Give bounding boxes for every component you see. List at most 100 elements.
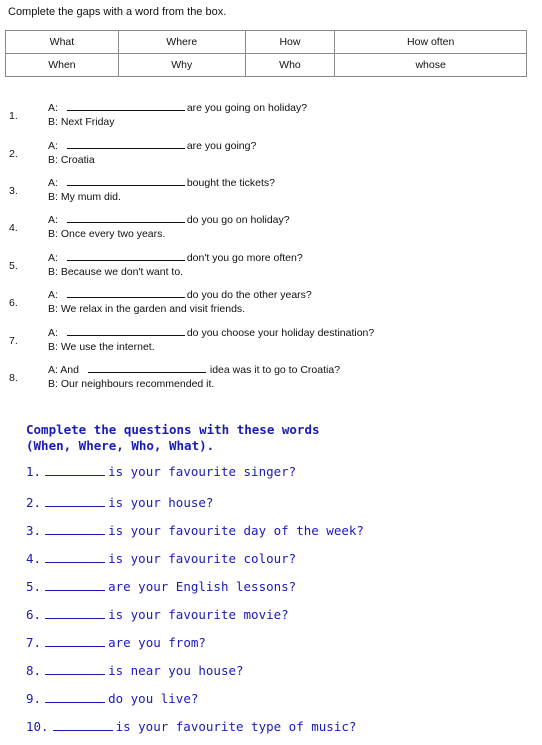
exercise-line-a: A: don't you go more often? xyxy=(48,252,303,264)
answer-blank[interactable] xyxy=(45,534,106,535)
answer-blank[interactable] xyxy=(45,562,106,563)
question-text: are you going on holiday? xyxy=(186,102,308,114)
question-text: do you go on holiday? xyxy=(186,214,290,226)
exercise-line-b: B: Once every two years. xyxy=(48,228,166,240)
question-item: 8. is near you house? xyxy=(26,663,244,678)
question-item: 6. is your favourite movie? xyxy=(26,607,289,622)
exercise-line-b: B: My mum did. xyxy=(48,191,121,203)
question-text: is near you house? xyxy=(108,663,244,678)
word-box-row: When Why Who whose xyxy=(5,53,527,77)
word-box-row: What Where How How often xyxy=(5,30,527,54)
answer-blank[interactable] xyxy=(66,297,185,298)
speaker-a-label: A: xyxy=(48,140,58,152)
question-number: 9. xyxy=(26,691,42,706)
question-item: 5. are your English lessons? xyxy=(26,579,296,594)
answer-blank[interactable] xyxy=(66,148,185,149)
question-text: is your house? xyxy=(108,495,214,510)
exercise-line-b: B: Because we don't want to. xyxy=(48,266,184,278)
exercise-line-a: A: bought the tickets? xyxy=(48,177,275,189)
question-text: are your English lessons? xyxy=(108,579,297,594)
question-item: 2. is your house? xyxy=(26,495,213,510)
question-text: is your favourite day of the week? xyxy=(108,523,364,538)
exercise-line-a: A: are you going on holiday? xyxy=(48,102,307,114)
question-text: are you from? xyxy=(108,635,206,650)
answer-blank[interactable] xyxy=(45,590,106,591)
exercise-line-a: A: do you go on holiday? xyxy=(48,214,290,226)
question-number: 8. xyxy=(26,663,42,678)
question-text: do you live? xyxy=(108,691,199,706)
answer-blank[interactable] xyxy=(45,702,106,703)
answer-blank[interactable] xyxy=(45,674,106,675)
question-item: 9. do you live? xyxy=(26,691,198,706)
exercise-line-a: A: do you choose your holiday destinatio… xyxy=(48,327,374,339)
question-number: 4. xyxy=(26,551,42,566)
answer-blank[interactable] xyxy=(66,260,185,261)
exercise-line-b: B: Next Friday xyxy=(48,116,115,128)
exercise-line-a: A: are you going? xyxy=(48,140,256,152)
word-box-cell: When xyxy=(5,53,119,77)
question-number: 1. xyxy=(26,464,42,479)
speaker-a-label: A: xyxy=(48,327,58,339)
exercise-number: 7. xyxy=(9,335,18,347)
question-number: 6. xyxy=(26,607,42,622)
word-box-cell: whose xyxy=(334,53,527,77)
section2-title-line: Complete the questions with these words xyxy=(26,422,320,437)
speaker-a-label: A: xyxy=(48,102,58,114)
word-box-cell: How xyxy=(244,30,336,54)
word-box-cell: Why xyxy=(117,53,246,77)
question-text: is your favourite colour? xyxy=(108,551,297,566)
question-text: are you going? xyxy=(186,140,257,152)
question-item: 3. is your favourite day of the week? xyxy=(26,523,364,538)
question-item: 4. is your favourite colour? xyxy=(26,551,296,566)
exercise-number: 6. xyxy=(9,297,18,309)
question-item: 1. is your favourite singer? xyxy=(26,464,296,479)
question-text: do you choose your holiday destination? xyxy=(186,327,375,339)
question-text: is your favourite type of music? xyxy=(115,719,357,734)
question-text: do you do the other years? xyxy=(186,289,312,301)
answer-blank[interactable] xyxy=(52,730,113,731)
answer-blank[interactable] xyxy=(45,475,106,476)
question-number: 5. xyxy=(26,579,42,594)
question-item: 10. is your favourite type of music? xyxy=(26,719,356,734)
word-box-cell: Where xyxy=(117,30,246,54)
question-number: 3. xyxy=(26,523,42,538)
section2-title-line: (When, Where, Who, What). xyxy=(26,438,215,453)
answer-blank[interactable] xyxy=(45,618,106,619)
exercise-number: 3. xyxy=(9,185,18,197)
question-text: idea was it to go to Croatia? xyxy=(209,364,341,376)
answer-blank[interactable] xyxy=(66,222,185,223)
question-number: 2. xyxy=(26,495,42,510)
answer-blank[interactable] xyxy=(66,110,185,111)
exercise-line-a: A: do you do the other years? xyxy=(48,289,312,301)
section1-title: Complete the gaps with a word from the b… xyxy=(8,6,227,18)
word-box-cell: How often xyxy=(334,30,527,54)
exercise-number: 4. xyxy=(9,222,18,234)
question-text: is your favourite movie? xyxy=(108,607,289,622)
section2-title: Complete the questions with these words … xyxy=(26,422,320,454)
word-box: What Where How How often When Why Who wh… xyxy=(5,30,527,77)
exercise-number: 5. xyxy=(9,260,18,272)
question-number: 7. xyxy=(26,635,42,650)
answer-blank[interactable] xyxy=(66,335,185,336)
exercise-line-b: B: We relax in the garden and visit frie… xyxy=(48,303,246,315)
answer-blank[interactable] xyxy=(45,506,106,507)
answer-blank[interactable] xyxy=(87,372,206,373)
answer-blank[interactable] xyxy=(66,185,185,186)
exercise-line-b: B: We use the internet. xyxy=(48,341,155,353)
exercise-line-b: B: Our neighbours recommended it. xyxy=(48,378,215,390)
exercise-number: 1. xyxy=(9,110,18,122)
exercise-number: 2. xyxy=(9,148,18,160)
word-box-cell: Who xyxy=(244,53,336,77)
answer-blank[interactable] xyxy=(45,646,106,647)
exercise-line-a: A: And idea was it to go to Croatia? xyxy=(48,364,340,376)
word-box-cell: What xyxy=(5,30,119,54)
speaker-a-label: A: And xyxy=(48,364,79,376)
speaker-a-label: A: xyxy=(48,177,58,189)
speaker-a-label: A: xyxy=(48,214,58,226)
exercise-number: 8. xyxy=(9,372,18,384)
exercise-line-b: B: Croatia xyxy=(48,154,95,166)
speaker-a-label: A: xyxy=(48,252,58,264)
speaker-a-label: A: xyxy=(48,289,58,301)
question-text: don't you go more often? xyxy=(186,252,303,264)
question-number: 10. xyxy=(26,719,49,734)
